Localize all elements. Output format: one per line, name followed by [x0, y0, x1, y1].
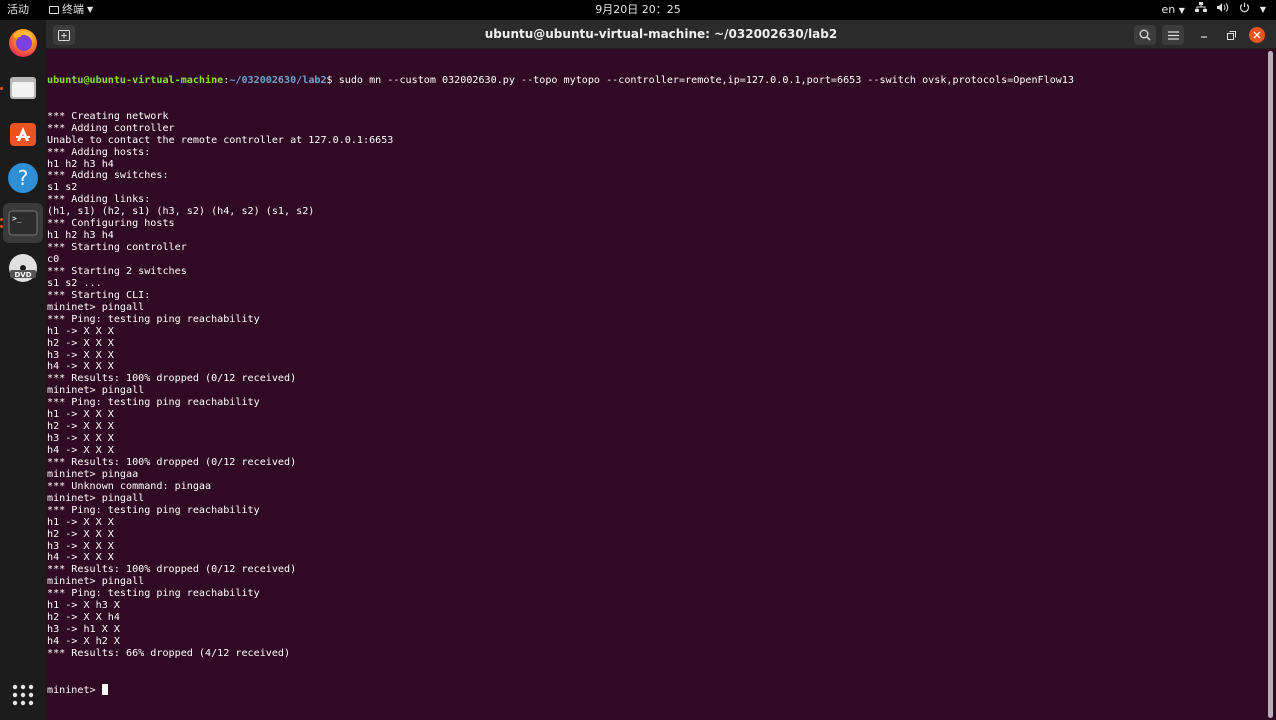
dock: ? >_ DVD [0, 20, 46, 720]
terminal-line: h2 -> X X X [47, 337, 114, 349]
show-applications-button[interactable] [3, 675, 43, 715]
terminal-line: *** Adding hosts: [47, 146, 151, 158]
terminal-line: h4 -> X X X [47, 361, 114, 373]
terminal-output[interactable]: ubuntu@ubuntu-virtual-machine:~/03200263… [47, 51, 1262, 720]
top-bar: 活动 终端 ▼ 9月20日 20：25 en ▼ ▼ [0, 0, 1276, 20]
new-tab-icon [58, 29, 70, 41]
terminal-line: *** Starting controller [47, 242, 187, 254]
app-store-icon [10, 123, 36, 146]
chevron-down-icon[interactable]: ▼ [1260, 0, 1266, 20]
dock-item-software[interactable] [3, 113, 43, 153]
terminal-line: *** Results: 100% dropped (0/12 received… [47, 456, 297, 468]
terminal-line: *** Ping: testing ping reachability [47, 397, 260, 409]
terminal-line: mininet> pingall [47, 492, 145, 504]
terminal-line: h1 h2 h3 h4 [47, 158, 114, 170]
terminal-line: *** Results: 100% dropped (0/12 received… [47, 564, 297, 576]
terminal-line: h2 -> X X h4 [47, 612, 120, 624]
power-icon[interactable] [1239, 0, 1250, 20]
terminal-line: *** Ping: testing ping reachability [47, 313, 260, 325]
network-icon[interactable] [1194, 0, 1207, 20]
dock-item-files[interactable] [3, 68, 43, 108]
maximize-button[interactable] [1220, 25, 1242, 45]
terminal-line: mininet> pingaa [47, 468, 139, 480]
close-icon [1253, 31, 1261, 39]
help-icon: ? [8, 163, 38, 193]
terminal-line: *** Adding switches: [47, 170, 169, 182]
language-indicator[interactable]: en ▼ [1161, 0, 1184, 21]
terminal-line: mininet> pingall [47, 576, 145, 588]
terminal-line: *** Configuring hosts [47, 218, 175, 230]
command-line: ubuntu@ubuntu-virtual-machine:~/03200263… [47, 74, 1075, 86]
chevron-down-icon: ▼ [1178, 5, 1185, 15]
prompt-path: ~/032002630/lab2 [229, 74, 327, 86]
terminal-line: h3 -> X X X [47, 540, 114, 552]
terminal-line: h4 -> X h2 X [47, 636, 120, 647]
terminal-line: *** Results: 66% dropped (4/12 received) [47, 647, 291, 659]
dock-item-dvd[interactable]: DVD [3, 248, 43, 288]
system-tray[interactable]: en ▼ ▼ [1161, 0, 1266, 20]
current-prompt[interactable]: mininet> [47, 683, 1262, 696]
terminal-line: h1 -> X X X [47, 516, 114, 528]
firefox-icon [9, 29, 37, 57]
mininet-prompt: mininet> [47, 684, 102, 696]
terminal-line: h2 -> X X X [47, 421, 114, 433]
new-tab-button[interactable] [53, 25, 75, 45]
terminal-line: h1 -> X X X [47, 325, 114, 337]
terminal-line: s1 s2 ... [47, 277, 102, 289]
minimize-icon [1201, 36, 1207, 38]
minimize-button[interactable] [1193, 25, 1215, 45]
terminal-line: *** Adding controller [47, 122, 175, 134]
terminal-line: h3 -> h1 X X [47, 624, 120, 636]
svg-text:?: ? [18, 166, 29, 190]
terminal-line: s1 s2 [47, 182, 78, 194]
terminal-line: mininet> pingall [47, 301, 145, 313]
terminal-line: h2 -> X X X [47, 528, 114, 540]
terminal-line: mininet> pingall [47, 385, 145, 397]
restore-icon [1226, 30, 1236, 40]
dvd-icon: DVD [9, 254, 37, 282]
scrollbar[interactable] [1268, 51, 1273, 718]
terminal-icon: >_ [8, 210, 38, 236]
title-bar[interactable]: ubuntu@ubuntu-virtual-machine: ~/0320026… [46, 20, 1276, 49]
window-title: ubuntu@ubuntu-virtual-machine: ~/0320026… [484, 27, 838, 41]
prompt-user: ubuntu@ubuntu-virtual-machine [47, 74, 224, 86]
terminal-line: *** Creating network [47, 110, 169, 122]
terminal-line: *** Starting CLI: [47, 289, 151, 301]
terminal-line: h4 -> X X X [47, 552, 114, 564]
terminal-line: h4 -> X X X [47, 445, 114, 456]
terminal-line: h3 -> X X X [47, 349, 114, 361]
grid-icon [12, 684, 34, 706]
svg-text:>_: >_ [12, 214, 22, 223]
terminal-line: *** Adding links: [47, 194, 151, 206]
terminal-line: c0 [47, 254, 60, 265]
files-icon [10, 77, 36, 99]
terminal-line: *** Starting 2 switches [47, 265, 187, 277]
search-icon [1139, 29, 1151, 41]
terminal-line: h1 -> X X X [47, 409, 114, 421]
dock-item-firefox[interactable] [3, 22, 43, 62]
terminal-line: *** Ping: testing ping reachability [47, 504, 260, 516]
terminal-window: ubuntu@ubuntu-virtual-machine: ~/0320026… [46, 20, 1276, 720]
volume-icon[interactable] [1216, 0, 1229, 20]
terminal-line: Unable to contact the remote controller … [47, 134, 394, 146]
svg-text:DVD: DVD [14, 271, 31, 279]
terminal-line: *** Unknown command: pingaa [47, 480, 212, 492]
terminal-line: (h1, s1) (h2, s1) (h3, s2) (h4, s2) (s1,… [47, 206, 315, 218]
close-button[interactable] [1249, 27, 1265, 43]
terminal-line: h3 -> X X X [47, 433, 114, 445]
terminal-line: h1 -> X h3 X [47, 600, 120, 612]
output-lines: *** Creating network *** Adding controlle… [47, 111, 1262, 660]
menu-button[interactable] [1162, 25, 1184, 45]
command-text: $ sudo mn --custom 032002630.py --topo m… [326, 74, 1075, 86]
terminal-line: *** Ping: testing ping reachability [47, 588, 260, 600]
text-cursor [101, 683, 108, 695]
search-button[interactable] [1134, 25, 1156, 45]
dock-item-help[interactable]: ? [3, 158, 43, 198]
terminal-line: h1 h2 h3 h4 [47, 230, 114, 242]
language-label: en [1161, 2, 1176, 16]
terminal-line: *** Results: 100% dropped (0/12 received… [47, 373, 297, 385]
hamburger-icon [1167, 30, 1179, 40]
dock-item-terminal[interactable]: >_ [3, 203, 43, 243]
clock[interactable]: 9月20日 20：25 [0, 0, 1276, 20]
